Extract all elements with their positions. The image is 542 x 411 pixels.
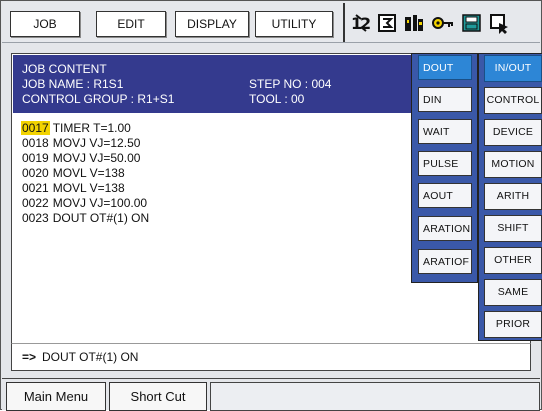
line-number: 0018 <box>22 136 49 150</box>
menu-display-button[interactable]: DISPLAY <box>175 11 249 37</box>
command-text: DOUT OT#(1) ON <box>42 350 139 364</box>
line-instruction: DOUT OT#(1) ON <box>52 211 150 225</box>
line-number: 0017 <box>21 121 50 135</box>
category-arith-button[interactable]: ARITH <box>484 183 542 210</box>
line-instruction: MOVL V=138 <box>52 181 125 195</box>
category-prior-button[interactable]: PRIOR <box>484 311 542 338</box>
save-icon <box>462 14 481 32</box>
line-number: 0020 <box>22 166 49 180</box>
line-instruction: MOVJ VJ=100.00 <box>52 196 148 210</box>
program-line[interactable]: 0023 DOUT OT#(1) ON <box>21 211 149 225</box>
command-prompt-arrow: => <box>22 350 37 364</box>
job-header: JOB CONTENT JOB NAME : R1S1 CONTROL GROU… <box>13 55 411 113</box>
bottom-bar: Main Menu Short Cut <box>2 378 540 411</box>
program-line[interactable]: 0017 TIMER T=1.00 <box>21 121 131 135</box>
category-device-button[interactable]: DEVICE <box>484 119 542 146</box>
program-line[interactable]: 0018 MOVJ VJ=12.50 <box>21 136 140 150</box>
line-instruction: MOVJ VJ=50.00 <box>52 151 141 165</box>
menu-job-button[interactable]: JOB <box>10 11 80 37</box>
command-input-line[interactable]: => DOUT OT#(1) ON <box>11 343 531 371</box>
status-icon-area: 1 2 <box>343 3 542 42</box>
line-number: 0023 <box>22 211 49 225</box>
inst-dout-button[interactable]: DOUT <box>418 55 472 80</box>
line-instruction: TIMER T=1.00 <box>52 121 131 135</box>
menu-edit-button[interactable]: EDIT <box>96 11 166 37</box>
inst-aration-button[interactable]: ARATION <box>418 216 472 241</box>
inst-aratiof-button[interactable]: ARATIOF <box>418 249 472 274</box>
category-control-button[interactable]: CONTROL <box>484 87 542 114</box>
inst-aout-button[interactable]: AOUT <box>418 183 472 208</box>
category-in-out-button[interactable]: IN/OUT <box>484 55 542 82</box>
line-instruction: MOVJ VJ=12.50 <box>52 136 141 150</box>
axis-1-2-icon: 1 2 <box>351 14 371 33</box>
line-number: 0019 <box>22 151 49 165</box>
program-line[interactable]: 0019 MOVJ VJ=50.00 <box>21 151 140 165</box>
program-line[interactable]: 0021 MOVL V=138 <box>21 181 125 195</box>
menu-utility-button[interactable]: UTILITY <box>255 11 333 37</box>
category-other-button[interactable]: OTHER <box>484 247 542 274</box>
line-number: 0022 <box>22 196 49 210</box>
inst-wait-button[interactable]: WAIT <box>418 119 472 144</box>
job-content-title: JOB CONTENT <box>22 62 107 76</box>
cursor-pointer-icon <box>490 14 508 34</box>
category-same-button[interactable]: SAME <box>484 279 542 306</box>
pendant-screen: JOB EDIT DISPLAY UTILITY 1 2 JOB CONTENT… <box>0 0 542 411</box>
category-motion-button[interactable]: MOTION <box>484 151 542 178</box>
instruction-category-palette: IN/OUT CONTROL DEVICE MOTION ARITH SHIFT… <box>478 53 542 341</box>
program-line[interactable]: 0020 MOVL V=138 <box>21 166 125 180</box>
job-name-label: JOB NAME : R1S1 <box>22 77 124 91</box>
cycle-icon <box>378 14 396 32</box>
inst-din-button[interactable]: DIN <box>418 87 472 112</box>
tool-label: TOOL : 00 <box>249 92 305 106</box>
io-instruction-palette: DOUT DIN WAIT PULSE AOUT ARATION ARATIOF <box>411 53 478 283</box>
step-no-label: STEP NO : 004 <box>249 77 332 91</box>
security-key-icon <box>432 17 453 29</box>
category-shift-button[interactable]: SHIFT <box>484 215 542 242</box>
inst-pulse-button[interactable]: PULSE <box>418 151 472 176</box>
control-group-label: CONTROL GROUP : R1+S1 <box>22 92 175 106</box>
top-menu-bar: JOB EDIT DISPLAY UTILITY 1 2 <box>2 2 540 43</box>
message-area <box>210 382 540 411</box>
main-menu-button[interactable]: Main Menu <box>6 382 106 411</box>
line-instruction: MOVL V=138 <box>52 166 125 180</box>
line-number: 0021 <box>22 181 49 195</box>
program-line[interactable]: 0022 MOVJ VJ=100.00 <box>21 196 147 210</box>
operation-mode-icon <box>405 15 423 31</box>
short-cut-button[interactable]: Short Cut <box>109 382 207 411</box>
